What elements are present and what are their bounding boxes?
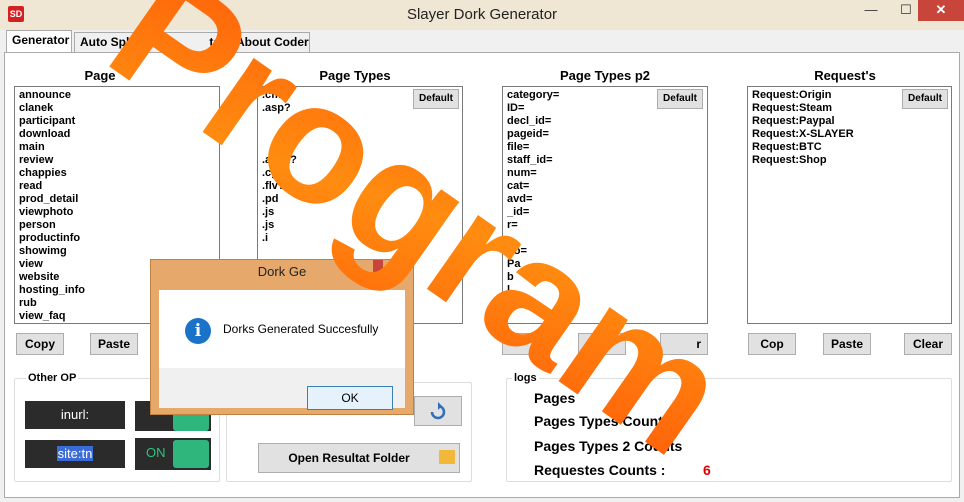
p2-copy-button[interactable]: y bbox=[502, 333, 550, 355]
site-field-value: site:tn bbox=[56, 446, 94, 461]
dialog-body: i Dorks Generated Succesfully bbox=[159, 290, 405, 368]
list-item[interactable]: r= bbox=[503, 219, 707, 232]
requests-paste-button[interactable]: Paste bbox=[823, 333, 871, 355]
list-item[interactable]: prod_detail bbox=[15, 193, 219, 206]
page-types-p2-title: Page Types p2 bbox=[559, 68, 651, 83]
open-folder-button[interactable]: Open Resultat Folder bbox=[258, 443, 460, 473]
page-types-title: Page Types bbox=[319, 68, 391, 83]
list-item[interactable]: announce bbox=[15, 89, 219, 102]
list-item[interactable]: Request:Paypal bbox=[748, 115, 951, 128]
list-item[interactable]: num= bbox=[503, 167, 707, 180]
toggle-knob bbox=[173, 440, 209, 468]
list-item[interactable]: .aspx? bbox=[258, 154, 462, 167]
list-item[interactable]: _id= bbox=[503, 206, 707, 219]
info-icon: i bbox=[185, 318, 211, 344]
list-item[interactable]: chappies bbox=[15, 167, 219, 180]
logs-label: logs bbox=[512, 372, 539, 384]
message-dialog: Dork Ge i Dorks Generated Succesfully OK bbox=[150, 259, 414, 415]
list-item[interactable]: .i bbox=[258, 232, 462, 245]
list-item[interactable]: .cgi? bbox=[258, 167, 462, 180]
pages-count-label: Pages bbox=[534, 390, 576, 406]
list-item[interactable]: l bbox=[503, 284, 707, 297]
ok-button[interactable]: OK bbox=[307, 386, 393, 410]
tab-generator[interactable]: Generator bbox=[6, 30, 72, 52]
refresh-icon bbox=[430, 401, 446, 420]
minimize-button[interactable]: — bbox=[858, 0, 884, 21]
list-item[interactable]: Request:Shop bbox=[748, 154, 951, 167]
requests-title: Request's bbox=[814, 68, 876, 83]
dialog-close-button[interactable] bbox=[373, 260, 383, 280]
list-item[interactable] bbox=[258, 115, 462, 154]
tab-stat[interactable]: tat bbox=[136, 32, 230, 52]
requests-list[interactable]: Request:Origin Request:Steam Request:Pay… bbox=[747, 86, 952, 324]
title-bar: SD Slayer Dork Generator — ☐ ✕ bbox=[0, 0, 964, 30]
refresh-button[interactable] bbox=[414, 396, 462, 426]
list-item[interactable]: Request:BTC bbox=[748, 141, 951, 154]
pages-title: Page bbox=[84, 68, 116, 83]
list-item[interactable]: avd= bbox=[503, 193, 707, 206]
list-item[interactable]: .flv? bbox=[258, 180, 462, 193]
list-item[interactable]: participant bbox=[15, 115, 219, 128]
page-types-default-button[interactable]: Default bbox=[413, 89, 459, 109]
p2-paste-button[interactable] bbox=[578, 333, 626, 355]
list-item[interactable]: .js bbox=[258, 206, 462, 219]
page-types-p2-list[interactable]: category= ID= decl_id= pageid= file= sta… bbox=[502, 86, 708, 324]
list-item[interactable]: .pd bbox=[258, 193, 462, 206]
list-item[interactable]: person bbox=[15, 219, 219, 232]
requests-copy-button[interactable]: Cop bbox=[748, 333, 796, 355]
list-item[interactable]: Request:X-SLAYER bbox=[748, 128, 951, 141]
pages-paste-button[interactable]: Paste bbox=[90, 333, 138, 355]
requests-clear-button[interactable]: Clear bbox=[904, 333, 952, 355]
inurl-field[interactable]: inurl: bbox=[25, 401, 125, 429]
tab-auto-split[interactable]: Auto Spl bbox=[74, 32, 136, 52]
folder-icon bbox=[439, 450, 455, 464]
list-item[interactable] bbox=[503, 232, 707, 245]
page-types-count-label: Pages Types Count : bbox=[534, 413, 672, 429]
page-types-p2-default-button[interactable]: Default bbox=[657, 89, 703, 109]
list-item[interactable]: showimg bbox=[15, 245, 219, 258]
list-item[interactable]: staff_id= bbox=[503, 154, 707, 167]
list-item[interactable]: cat= bbox=[503, 180, 707, 193]
maximize-button[interactable]: ☐ bbox=[893, 0, 919, 21]
p2-clear-button[interactable]: r bbox=[660, 333, 708, 355]
list-item[interactable]: main bbox=[15, 141, 219, 154]
window-title: Slayer Dork Generator bbox=[406, 6, 558, 23]
site-toggle[interactable]: ON bbox=[135, 438, 211, 470]
other-op-label: Other OP bbox=[26, 372, 79, 384]
list-item[interactable]: productinfo bbox=[15, 232, 219, 245]
toggle-label: ON bbox=[146, 445, 166, 460]
tab-about-coder[interactable]: About Coder bbox=[230, 32, 310, 52]
dialog-message: Dorks Generated Succesfully bbox=[223, 322, 379, 336]
page-types2-count-label: Pages Types 2 Counts bbox=[534, 438, 683, 454]
list-item[interactable]: pageid= bbox=[503, 128, 707, 141]
list-item[interactable]: download bbox=[15, 128, 219, 141]
list-item[interactable]: viewphoto bbox=[15, 206, 219, 219]
list-item[interactable]: file= bbox=[503, 141, 707, 154]
requests-default-button[interactable]: Default bbox=[902, 89, 948, 109]
list-item[interactable]: clanek bbox=[15, 102, 219, 115]
list-item[interactable]: b bbox=[503, 271, 707, 284]
pages-copy-button[interactable]: Copy bbox=[16, 333, 64, 355]
list-item[interactable]: .js bbox=[258, 219, 462, 232]
requests-count-label: Requestes Counts : bbox=[534, 462, 666, 478]
open-folder-label: Open Resultat Folder bbox=[288, 451, 410, 465]
list-item[interactable]: review bbox=[15, 154, 219, 167]
list-item[interactable]: Pa bbox=[503, 258, 707, 271]
close-button[interactable]: ✕ bbox=[918, 0, 964, 21]
list-item[interactable]: do= bbox=[503, 245, 707, 258]
site-field[interactable]: site:tn bbox=[25, 440, 125, 468]
list-item[interactable]: decl_id= bbox=[503, 115, 707, 128]
requests-count-value: 6 bbox=[703, 462, 711, 478]
list-item[interactable]: read bbox=[15, 180, 219, 193]
